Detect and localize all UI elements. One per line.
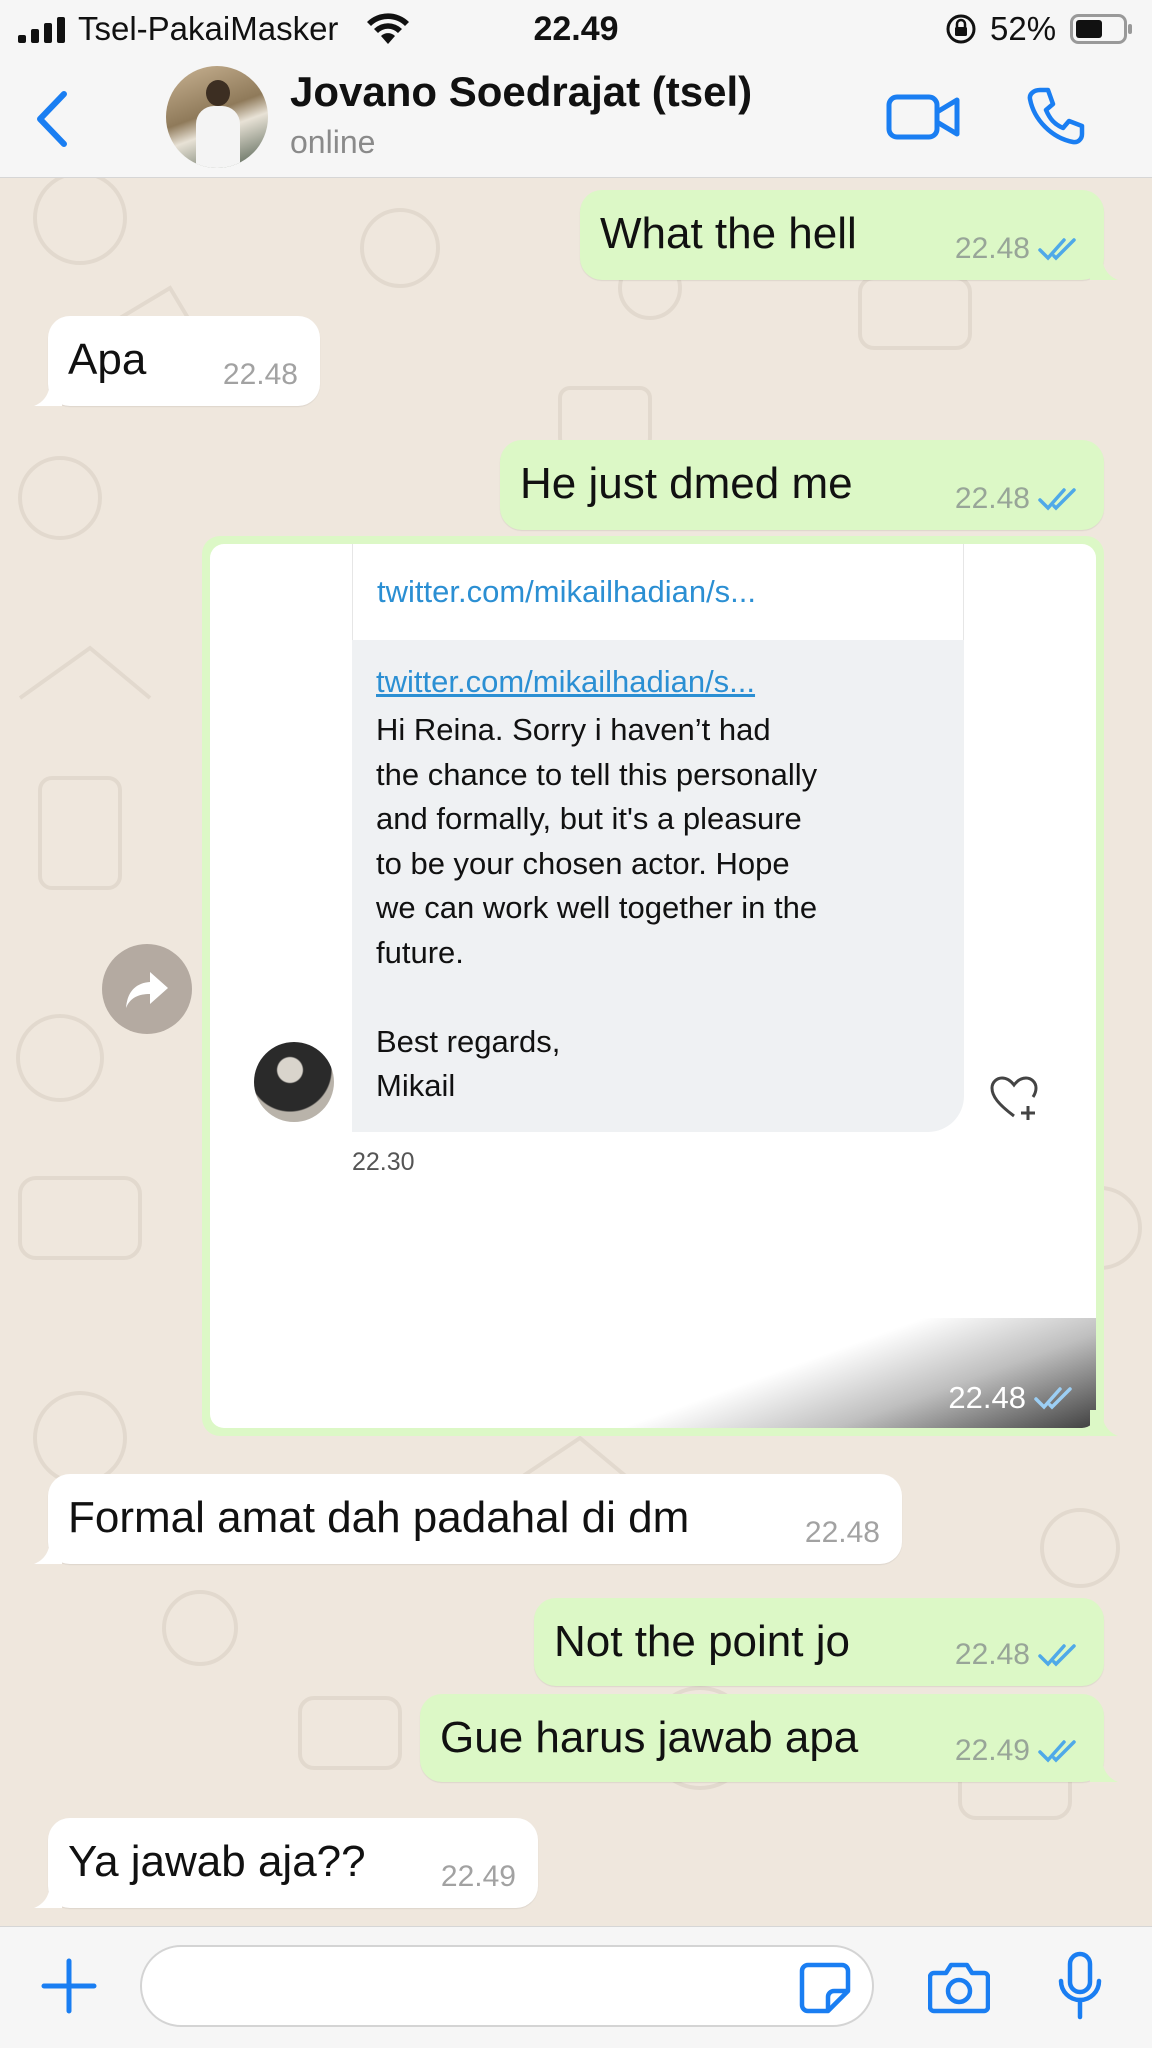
message-time: 22.49 bbox=[954, 1734, 1030, 1767]
image-message[interactable]: twitter.com/mikailhadian/s... twitter.co… bbox=[202, 536, 1118, 1436]
message-text: Not the point jo bbox=[554, 1617, 850, 1666]
message-bubble-incoming[interactable]: Ya jawab aja?? 22.49 bbox=[34, 1818, 538, 1908]
message-text: Formal amat dah padahal di dm bbox=[68, 1493, 690, 1542]
forward-arrow-icon bbox=[126, 972, 168, 1008]
camera-icon[interactable] bbox=[928, 1959, 990, 2015]
message-text: Apa bbox=[68, 335, 147, 384]
sender-avatar bbox=[254, 1042, 334, 1122]
bubble-tail bbox=[34, 1538, 62, 1564]
chevron-left-icon[interactable] bbox=[30, 88, 74, 150]
message-text: Gue harus jawab apa bbox=[440, 1713, 859, 1762]
message-meta: 22.48 bbox=[223, 360, 298, 390]
contact-status: online bbox=[290, 124, 376, 160]
battery-percentage: 52% bbox=[990, 10, 1057, 47]
message-text: What the hell bbox=[600, 209, 857, 258]
dm-link: twitter.com/mikailhadian/s... bbox=[376, 664, 756, 699]
bubble-tail bbox=[34, 380, 62, 406]
link-preview-card: twitter.com/mikailhadian/s... bbox=[352, 544, 964, 642]
status-time: 22.49 bbox=[533, 10, 619, 48]
read-ticks-icon bbox=[1038, 1644, 1076, 1667]
phone-icon[interactable] bbox=[1026, 86, 1086, 146]
message-time: 22.48 bbox=[954, 482, 1030, 515]
contact-avatar[interactable] bbox=[166, 66, 268, 168]
video-camera-icon[interactable] bbox=[886, 88, 960, 146]
message-time: 22.48 bbox=[954, 1638, 1030, 1671]
message-bubble-outgoing[interactable]: He just dmed me 22.48 bbox=[500, 440, 1104, 530]
battery-icon bbox=[1070, 14, 1132, 44]
read-ticks-icon bbox=[1038, 238, 1076, 261]
message-text: Ya jawab aja?? bbox=[68, 1837, 366, 1886]
forward-button[interactable] bbox=[102, 944, 192, 1034]
heart-plus-icon bbox=[990, 1076, 1038, 1120]
link-preview-url: twitter.com/mikailhadian/s... bbox=[377, 574, 757, 609]
message-meta: 22.48 bbox=[955, 1640, 1082, 1670]
plus-icon[interactable] bbox=[40, 1957, 98, 2015]
message-bubble-outgoing[interactable]: Not the point jo 22.48 bbox=[534, 1598, 1104, 1686]
read-ticks-icon bbox=[1038, 488, 1076, 511]
message-input-bar bbox=[0, 1926, 1152, 2048]
message-meta: 22.48 bbox=[948, 1380, 1078, 1416]
read-ticks-icon bbox=[1034, 1387, 1072, 1410]
message-meta: 22.49 bbox=[955, 1736, 1082, 1766]
avatar-body bbox=[196, 106, 240, 168]
microphone-icon[interactable] bbox=[1056, 1951, 1104, 2021]
sticker-icon[interactable] bbox=[798, 1961, 852, 2015]
message-time: 22.48 bbox=[222, 358, 298, 391]
message-text: He just dmed me bbox=[520, 459, 853, 508]
message-meta: 22.48 bbox=[955, 484, 1082, 514]
message-bubble-outgoing[interactable]: What the hell 22.48 bbox=[580, 190, 1118, 280]
orientation-lock-icon bbox=[946, 14, 976, 44]
message-time: 22.48 bbox=[948, 1380, 1026, 1415]
message-bubble-outgoing[interactable]: Gue harus jawab apa 22.49 bbox=[420, 1694, 1118, 1782]
message-time: 22.48 bbox=[954, 232, 1030, 265]
bubble-tail bbox=[1090, 254, 1118, 280]
message-meta: 22.48 bbox=[805, 1518, 880, 1548]
dm-time: 22.30 bbox=[352, 1148, 415, 1176]
message-bubble-incoming[interactable]: Apa 22.48 bbox=[34, 316, 320, 406]
message-time: 22.48 bbox=[804, 1516, 880, 1549]
message-meta: 22.49 bbox=[441, 1862, 516, 1892]
message-time: 22.49 bbox=[440, 1860, 516, 1893]
message-input[interactable] bbox=[140, 1945, 874, 2027]
dm-bubble: twitter.com/mikailhadian/s... Hi Reina. … bbox=[352, 640, 964, 1132]
avatar-head bbox=[206, 80, 230, 106]
read-ticks-icon bbox=[1038, 1740, 1076, 1763]
chat-area[interactable]: What the hell 22.48 Apa 22.48 He just dm… bbox=[0, 178, 1152, 1926]
bubble-tail bbox=[34, 1882, 62, 1908]
message-bubble-incoming[interactable]: Formal amat dah padahal di dm 22.48 bbox=[34, 1474, 902, 1564]
shared-screenshot[interactable]: twitter.com/mikailhadian/s... twitter.co… bbox=[210, 544, 1096, 1428]
bubble-tail bbox=[1090, 1410, 1118, 1436]
chat-header: Jovano Soedrajat (tsel) online bbox=[0, 60, 1152, 178]
bubble-tail bbox=[1090, 1756, 1118, 1782]
dm-text: Hi Reina. Sorry i haven’t had the chance… bbox=[376, 712, 818, 1103]
status-bar: Tsel-PakaiMasker 22.49 52% bbox=[0, 0, 1152, 60]
message-meta: 22.48 bbox=[955, 234, 1082, 264]
contact-name[interactable]: Jovano Soedrajat (tsel) bbox=[290, 68, 752, 116]
